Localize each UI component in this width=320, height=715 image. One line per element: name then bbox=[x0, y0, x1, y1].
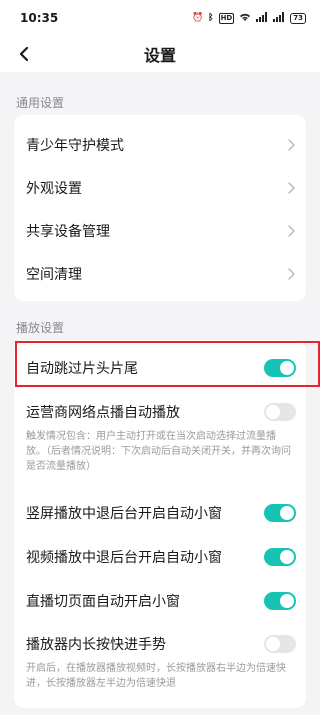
chevron-left-icon bbox=[19, 46, 29, 62]
status-bar: 10:35 ⏰ ᛒ HD 73 bbox=[0, 0, 320, 36]
hd-badge: HD bbox=[218, 12, 235, 24]
alarm-icon: ⏰ bbox=[191, 13, 204, 23]
settings-item-video-pip: 视频播放中退后台开启自动小窗 bbox=[26, 542, 296, 572]
settings-item-label: 青少年守护模式 bbox=[26, 138, 124, 154]
carrier-autoplay-description: 触发情况包含：用户主动打开或在当次启动选择过流量播放。（后者情况说明：下次启动后… bbox=[26, 431, 291, 472]
settings-item-appearance[interactable]: 外观设置 bbox=[26, 172, 296, 204]
chevron-right-icon bbox=[286, 181, 296, 195]
toggle-knob bbox=[280, 550, 294, 564]
settings-item-label: 空间清理 bbox=[26, 267, 82, 283]
settings-item-portrait-pip: 竖屏播放中退后台开启自动小窗 bbox=[26, 498, 296, 528]
toggle-knob bbox=[266, 637, 280, 651]
status-icons: ⏰ ᛒ HD 73 bbox=[191, 11, 306, 25]
video-pip-toggle[interactable] bbox=[264, 548, 296, 566]
long-press-ff-description: 开启后，在播放器播放视频时，长按播放器右半边为倍速快进，长按播放器左半边为倍速快… bbox=[26, 663, 286, 689]
general-settings-card: 青少年守护模式 外观设置 共享设备管理 空间清理 bbox=[14, 115, 306, 301]
settings-item-shared-devices[interactable]: 共享设备管理 bbox=[26, 215, 296, 247]
toggle-knob bbox=[266, 405, 280, 419]
bluetooth-icon: ᛒ bbox=[208, 13, 214, 23]
nav-bar: 设置 bbox=[0, 36, 320, 72]
settings-item-label: 视频播放中退后台开启自动小窗 bbox=[26, 550, 222, 566]
wifi-icon bbox=[239, 12, 251, 25]
chevron-right-icon bbox=[286, 267, 296, 281]
settings-item-long-press-ff: 播放器内长按快进手势 bbox=[26, 629, 296, 659]
settings-item-label: 竖屏播放中退后台开启自动小窗 bbox=[26, 506, 222, 522]
settings-item-live-pip: 直播切页面自动开启小窗 bbox=[26, 586, 296, 616]
settings-item-label: 播放器内长按快进手势 bbox=[26, 637, 166, 653]
portrait-pip-toggle[interactable] bbox=[264, 504, 296, 522]
toggle-knob bbox=[280, 506, 294, 520]
settings-item-teen-mode[interactable]: 青少年守护模式 bbox=[26, 129, 296, 161]
chevron-right-icon bbox=[286, 224, 296, 238]
toggle-knob bbox=[280, 594, 294, 608]
highlight-box bbox=[15, 341, 320, 387]
chevron-right-icon bbox=[286, 138, 296, 152]
long-press-ff-toggle[interactable] bbox=[264, 635, 296, 653]
settings-item-storage-cleanup[interactable]: 空间清理 bbox=[26, 258, 296, 290]
section-label-playback: 播放设置 bbox=[16, 321, 65, 335]
settings-item-carrier-autoplay: 运营商网络点播自动播放 bbox=[26, 397, 296, 427]
playback-settings-card: 自动跳过片头片尾 运营商网络点播自动播放 触发情况包含：用户主动打开或在当次启动… bbox=[14, 340, 306, 708]
page-title: 设置 bbox=[143, 46, 176, 65]
settings-item-label: 直播切页面自动开启小窗 bbox=[26, 594, 180, 610]
carrier-autoplay-toggle[interactable] bbox=[264, 403, 296, 421]
live-pip-toggle[interactable] bbox=[264, 592, 296, 610]
signal-icon-1 bbox=[256, 11, 268, 25]
settings-item-label: 运营商网络点播自动播放 bbox=[26, 405, 180, 421]
settings-item-label: 外观设置 bbox=[26, 181, 82, 197]
settings-item-label: 共享设备管理 bbox=[26, 224, 110, 240]
section-label-general: 通用设置 bbox=[16, 96, 65, 110]
signal-icon-2 bbox=[273, 11, 285, 25]
battery-icon: 73 bbox=[290, 12, 306, 24]
back-button[interactable] bbox=[10, 40, 38, 68]
status-time: 10:35 bbox=[20, 11, 59, 25]
